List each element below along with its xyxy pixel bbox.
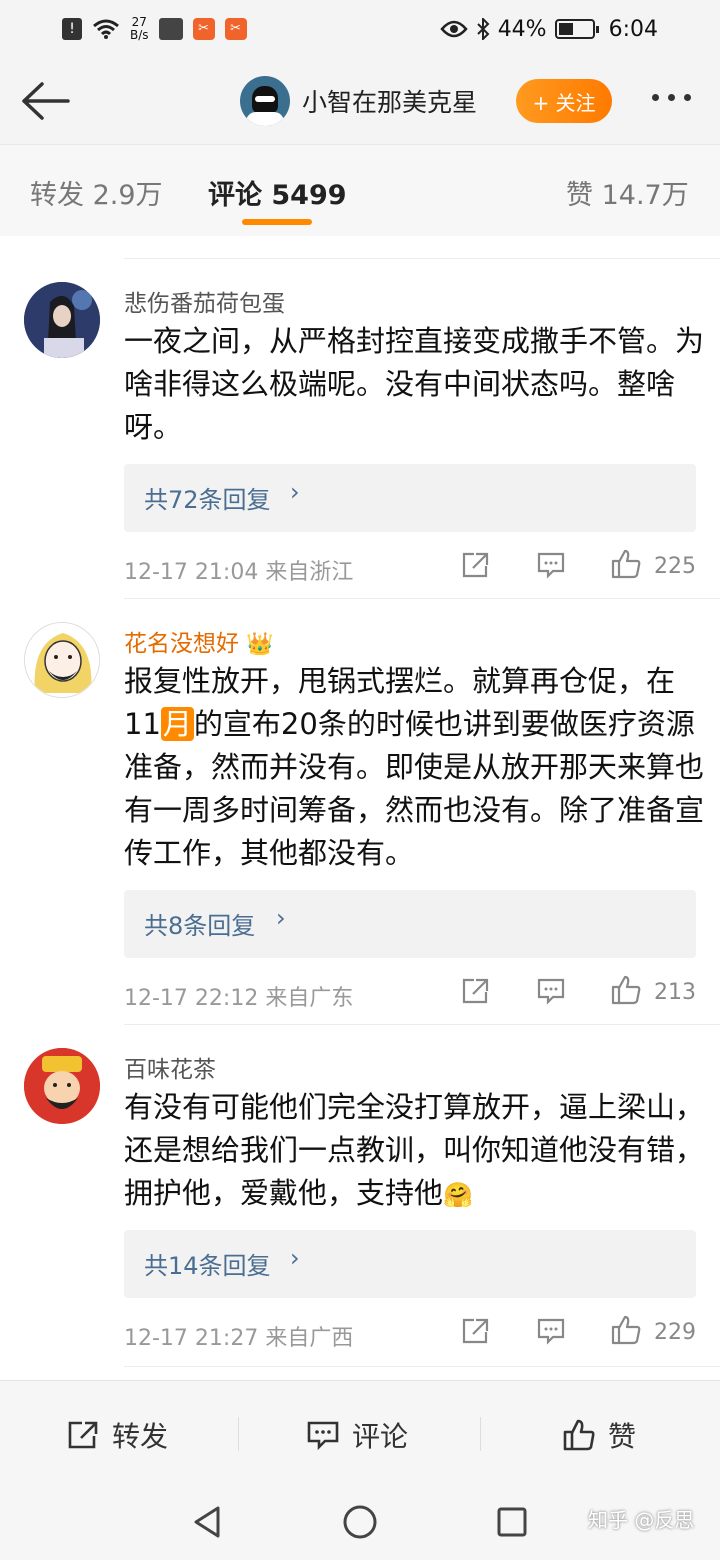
like-count: 225 [654, 554, 696, 579]
author-avatar[interactable] [240, 76, 290, 126]
comment-button[interactable]: 评论 [306, 1415, 408, 1455]
like-icon[interactable] [610, 548, 642, 580]
back-arrow-icon[interactable] [20, 78, 70, 124]
repost-button[interactable]: 转发 [66, 1415, 168, 1455]
share-icon[interactable] [460, 1317, 490, 1345]
comment-list[interactable]: 悲伤番茄荷包蛋 一夜之间，从严格封控直接变成撒手不管。为啥非得这么极端呢。没有中… [0, 236, 720, 1380]
commenter-avatar[interactable] [24, 282, 100, 358]
comment-icon[interactable] [536, 977, 566, 1005]
active-tab-indicator [242, 219, 312, 225]
share-icon[interactable] [460, 551, 490, 579]
comment-text: 报复性放开，甩锅式摆烂。就算再仓促，在11月的宣布20条的时候也讲到要做医疗资源… [124, 664, 705, 870]
bluetooth-icon [476, 18, 490, 40]
comment-text: 有没有可能他们完全没打算放开，逼上梁山，还是想给我们一点教训，叫你知道他没有错，… [124, 1090, 705, 1210]
comment-label: 评论 [352, 1420, 409, 1453]
previous-comment-footer [124, 236, 696, 244]
clock: 6:04 [608, 16, 658, 42]
comment-icon[interactable] [536, 551, 566, 579]
comment-icon [307, 1421, 339, 1451]
commenter-name[interactable]: 百味花茶 [124, 1050, 216, 1084]
replies-count: 共72条回复 [144, 486, 271, 514]
like-icon[interactable] [610, 974, 642, 1006]
chevron-right-icon: › [290, 478, 300, 506]
replies-link[interactable]: 共72条回复 › [124, 464, 696, 532]
eye-icon [440, 20, 468, 38]
app-notification-icon: ✂ [224, 18, 247, 40]
like-icon[interactable] [610, 1314, 642, 1346]
top-nav: 小智在那美克星 + 关注 [0, 58, 720, 144]
tab-bar: 转发 2.9万 评论 5499 赞 14.7万 [0, 144, 720, 236]
replies-count: 共14条回复 [144, 1252, 271, 1280]
tab-repost[interactable]: 转发 2.9万 [30, 173, 163, 212]
more-options-icon[interactable] [652, 94, 691, 101]
alert-icon: ! [62, 18, 82, 40]
share-icon [68, 1421, 98, 1449]
like-icon [563, 1419, 595, 1451]
author-name[interactable]: 小智在那美克星 [302, 83, 477, 119]
app-notification-icon [158, 18, 183, 40]
author-info[interactable]: 小智在那美克星 [240, 76, 477, 126]
wifi-icon [93, 19, 119, 39]
divider [124, 598, 720, 599]
bottom-action-bar: 转发 评论 赞 [0, 1380, 720, 1488]
commenter-name[interactable]: 悲伤番茄荷包蛋 [124, 284, 285, 318]
commenter-name[interactable]: 花名没想好 👑 [124, 624, 274, 658]
commenter-avatar[interactable] [24, 1048, 100, 1124]
comment-icon[interactable] [536, 1317, 566, 1345]
network-speed: 27 B/s [130, 15, 149, 42]
app-notification-icon: ✂ [192, 18, 215, 40]
divider [124, 1024, 720, 1025]
tab-likes[interactable]: 赞 14.7万 [566, 173, 689, 212]
hug-emoji-icon: 🤗 [443, 1181, 473, 1209]
like-count: 229 [654, 1320, 696, 1345]
nav-recent-apps-icon[interactable] [496, 1506, 528, 1538]
chevron-right-icon: › [276, 904, 286, 932]
nav-back-icon[interactable] [190, 1504, 224, 1540]
nav-home-icon[interactable] [342, 1504, 378, 1540]
chevron-right-icon: › [290, 1244, 300, 1272]
share-icon[interactable] [460, 977, 490, 1005]
commenter-avatar[interactable] [24, 622, 100, 698]
comment-meta: 12-17 22:12 来自广东 [124, 986, 354, 1011]
like-count: 213 [654, 980, 696, 1005]
battery-percent: 44% [497, 16, 547, 42]
crown-icon: 👑 [246, 632, 274, 657]
status-bar: ! 27 B/s ✂ ✂ 44% 6:04 [0, 0, 720, 58]
comment-text: 一夜之间，从严格封控直接变成撒手不管。为啥非得这么极端呢。没有中间状态吗。整啥呀… [124, 324, 705, 444]
watermark: 知乎 @反思 [588, 1508, 695, 1532]
divider [124, 1366, 720, 1367]
replies-link[interactable]: 共14条回复 › [124, 1230, 696, 1298]
divider [124, 258, 720, 259]
system-nav-bar: 知乎 @反思 [0, 1488, 720, 1560]
like-button[interactable]: 赞 [562, 1415, 636, 1455]
comment-meta: 12-17 21:04 来自浙江 [124, 560, 354, 585]
tab-comments[interactable]: 评论 5499 [208, 173, 347, 212]
comment-meta: 12-17 21:27 来自广西 [124, 1326, 354, 1351]
follow-button[interactable]: + 关注 [516, 79, 612, 123]
like-label: 赞 [608, 1420, 637, 1453]
battery-icon [554, 19, 599, 39]
separator [480, 1417, 481, 1451]
replies-count: 共8条回复 [144, 912, 256, 940]
highlight-badge: 月 [160, 707, 194, 741]
replies-link[interactable]: 共8条回复 › [124, 890, 696, 958]
repost-label: 转发 [112, 1420, 169, 1453]
separator [238, 1417, 239, 1451]
